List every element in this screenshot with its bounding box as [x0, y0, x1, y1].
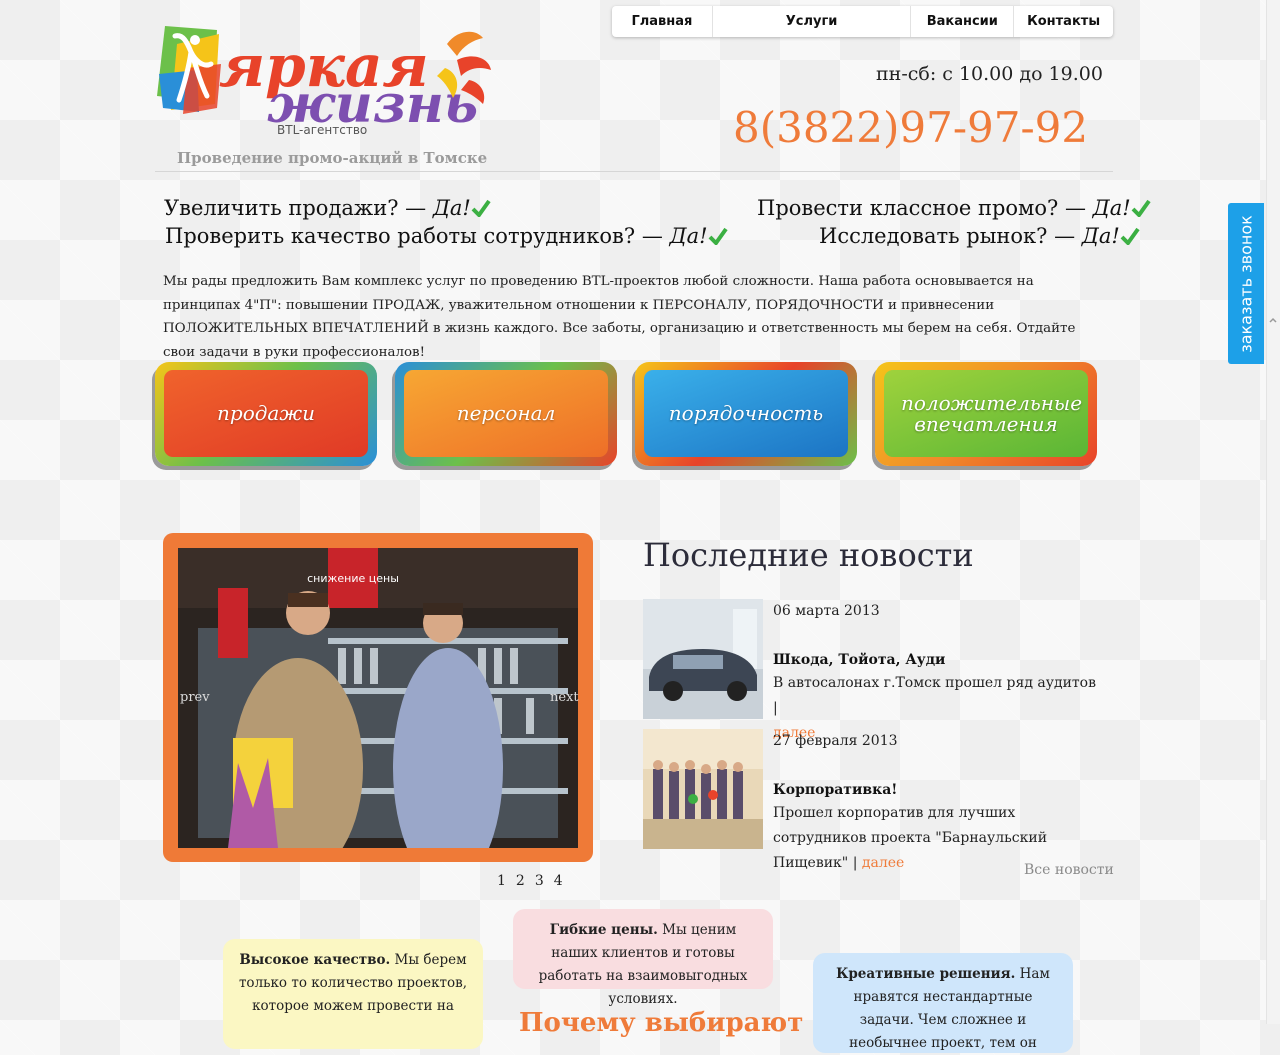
question-sales: Увеличить продажи? — Да!	[164, 196, 491, 220]
check-icon	[1131, 199, 1151, 217]
question-staff: Проверить качество работы сотрудников? —…	[165, 224, 728, 248]
feature-title: Высокое качество.	[239, 952, 391, 968]
feature-title: Гибкие цены.	[549, 922, 658, 938]
header-divider	[155, 171, 1113, 172]
news-title[interactable]: Шкода, Тойота, Ауди	[773, 652, 945, 668]
tagline: Проведение промо-акций в Томске	[177, 149, 488, 167]
slider-page[interactable]: 4	[554, 873, 563, 889]
nav-vacancies[interactable]: Вакансии	[911, 6, 1015, 37]
phone-number[interactable]: 8(3822)97-97-92	[733, 103, 1088, 152]
slider-prev[interactable]: prev	[180, 690, 210, 705]
logo-graphic: яркая жизнь BTL-агентство	[157, 26, 491, 137]
slider-pagination: 1 2 3 4	[497, 873, 563, 889]
check-icon	[471, 199, 491, 217]
feature-prices: Гибкие цены. Мы ценим наших клиентов и г…	[513, 909, 773, 1007]
news-date: 06 марта 2013	[773, 603, 880, 619]
tile-impressions[interactable]: положительные впечатления	[875, 362, 1097, 466]
tile-label: продажи	[217, 401, 315, 425]
news-thumbnail[interactable]	[643, 729, 763, 849]
nav-home[interactable]: Главная	[612, 6, 713, 37]
callback-tab[interactable]: заказать звонок	[1228, 203, 1264, 364]
all-news-link[interactable]: Все новости	[1024, 862, 1114, 878]
check-icon	[1120, 227, 1140, 245]
check-icon	[708, 227, 728, 245]
scrollbar[interactable]	[1266, 0, 1280, 1024]
tile-decency[interactable]: порядочность	[635, 362, 857, 466]
slider-page[interactable]: 2	[516, 873, 525, 889]
intro-text: Мы рады предложить Вам комплекс услуг по…	[163, 274, 1076, 360]
slider-page[interactable]: 3	[535, 873, 544, 889]
main-nav: Главная Услуги Вакансии Контакты	[612, 6, 1113, 37]
why-heading: Почему выбирают	[519, 1008, 804, 1038]
slider-next[interactable]: next	[550, 690, 579, 705]
slider-photo: снижение цены	[178, 548, 578, 848]
nav-contacts[interactable]: Контакты	[1014, 6, 1113, 37]
tile-sales[interactable]: продажи	[155, 362, 377, 466]
feature-creative: Креативные решения. Нам нравятся нестанд…	[813, 953, 1073, 1053]
news-date: 27 февраля 2013	[773, 733, 898, 749]
price-sign: снижение цены	[307, 572, 399, 585]
tile-personnel[interactable]: персонал	[395, 362, 617, 466]
scroll-arrow-icon[interactable]	[1268, 316, 1278, 326]
question-research: Исследовать рынок? — Да!	[819, 224, 1140, 248]
news-more-link[interactable]: далее	[862, 855, 904, 871]
news-thumbnail[interactable]	[643, 599, 763, 719]
tile-label: положительные впечатления	[901, 390, 1083, 436]
tile-label: порядочность	[668, 401, 824, 425]
logo[interactable]: яркая жизнь BTL-агентство	[157, 24, 497, 154]
tile-label: персонал	[456, 401, 556, 425]
question-promo: Провести классное промо? — Да!	[757, 196, 1151, 220]
working-hours: пн-сб: с 10.00 до 19.00	[876, 63, 1103, 85]
callback-label: заказать звонок	[1236, 214, 1256, 353]
news-title[interactable]: Корпоративка!	[773, 782, 897, 798]
news-heading: Последние новости	[643, 536, 974, 574]
logo-subtitle: BTL-агентство	[277, 123, 367, 137]
feature-title: Креативные решения.	[836, 966, 1016, 982]
feature-quality: Высокое качество. Мы берем только то кол…	[223, 939, 483, 1049]
slider-page[interactable]: 1	[497, 873, 506, 889]
nav-services[interactable]: Услуги	[713, 6, 912, 37]
